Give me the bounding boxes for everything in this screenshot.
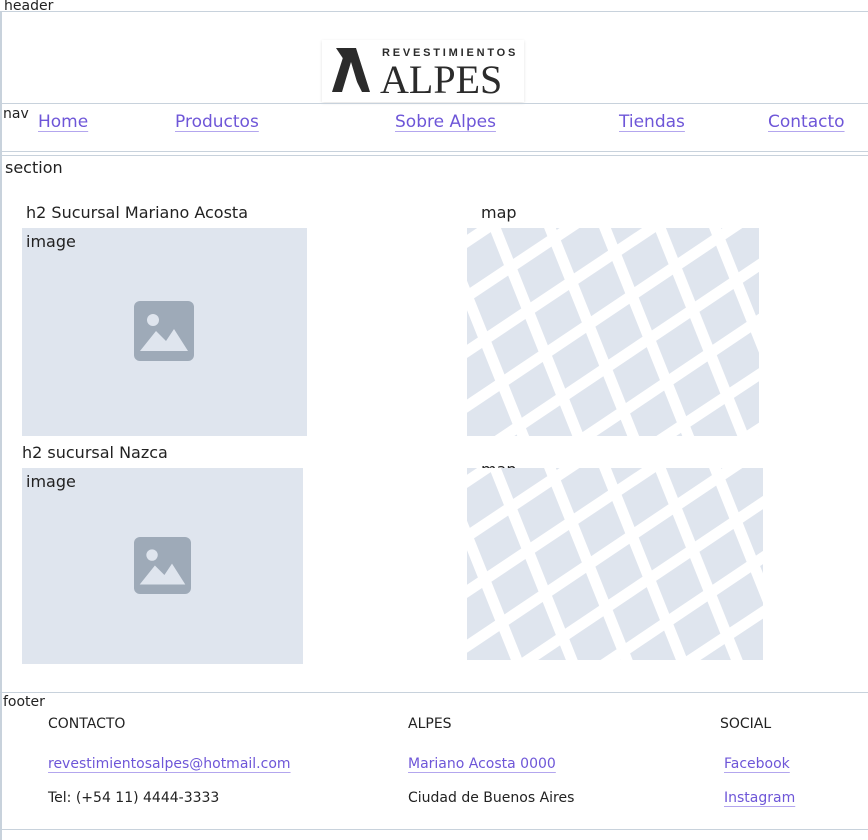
store-image-nazca: image [22, 468, 303, 664]
store-image-mariano-acosta: image [22, 228, 307, 436]
header-label: header [4, 0, 54, 14]
footer-top-border [0, 692, 868, 693]
image-placeholder-icon [134, 537, 191, 594]
store-map-mariano-acosta[interactable] [467, 228, 759, 436]
logo-main-text: ALPES [380, 57, 502, 102]
nav-sobre-alpes[interactable]: Sobre Alpes [395, 112, 496, 132]
header-bottom-border [0, 103, 868, 104]
nav-productos[interactable]: Productos [175, 112, 259, 132]
image-label: image [26, 472, 76, 491]
nav-bottom-border [0, 151, 868, 152]
header-top-border [0, 11, 868, 12]
footer-city: Ciudad de Buenos Aires [408, 790, 575, 806]
store-map-nazca[interactable] [467, 468, 763, 660]
footer-email-link[interactable]: revestimientosalpes@hotmail.com [48, 756, 291, 772]
footer-facebook-link[interactable]: Facebook [724, 756, 790, 772]
footer-instagram-link[interactable]: Instagram [724, 790, 795, 806]
nav-home[interactable]: Home [38, 112, 88, 132]
image-placeholder-icon [134, 301, 194, 361]
store-heading-nazca: h2 sucursal Nazca [22, 443, 168, 462]
map-label: map [481, 203, 517, 222]
nav-contacto[interactable]: Contacto [768, 112, 845, 132]
nav-label: nav [3, 106, 29, 122]
section-label: section [5, 158, 63, 177]
image-label: image [26, 232, 76, 251]
footer-phone: Tel: (+54 11) 4444-3333 [48, 790, 220, 806]
footer-social-heading: SOCIAL [720, 716, 772, 732]
store-heading-mariano-acosta: h2 Sucursal Mariano Acosta [26, 203, 249, 222]
section-top-border [0, 155, 868, 156]
footer-label: footer [3, 694, 45, 710]
footer-contacto-heading: CONTACTO [48, 716, 126, 732]
footer-address-link[interactable]: Mariano Acosta 0000 [408, 756, 556, 772]
nav-tiendas[interactable]: Tiendas [619, 112, 685, 132]
footer-alpes-heading: ALPES [408, 716, 452, 732]
left-border [0, 11, 2, 840]
footer-bottom-border [0, 829, 868, 830]
alpes-logo[interactable]: REVESTIMIENTOS ALPES [322, 40, 524, 102]
